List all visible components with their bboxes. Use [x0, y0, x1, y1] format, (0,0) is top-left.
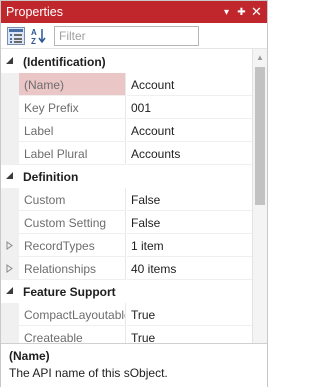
category-label: Feature Support — [23, 285, 116, 299]
property-row[interactable]: RecordTypes 1 item — [1, 234, 252, 257]
property-row[interactable]: (Name) Account — [1, 73, 252, 96]
categorized-view-icon[interactable] — [7, 27, 25, 45]
vertical-scrollbar[interactable]: ▲ ▼ — [252, 49, 267, 367]
pin-icon[interactable]: ✚ — [234, 1, 249, 23]
row-gutter — [1, 303, 19, 326]
property-value[interactable]: Account — [127, 119, 252, 142]
property-grid: (Identification) (Name) Account Key Prefix 0… — [1, 49, 252, 367]
property-name[interactable]: CompactLayoutable — [19, 303, 126, 326]
row-gutter — [1, 142, 19, 165]
property-value[interactable]: Accounts — [127, 142, 252, 165]
property-name[interactable]: Custom Setting — [19, 211, 126, 234]
property-value[interactable]: False — [127, 211, 252, 234]
filter-input[interactable] — [54, 26, 199, 46]
property-value[interactable]: False — [127, 188, 252, 211]
property-row[interactable]: Label Plural Accounts — [1, 142, 252, 165]
scrollbar-thumb[interactable] — [255, 67, 265, 205]
close-icon[interactable]: ✕ — [249, 1, 264, 23]
collapse-triangle-icon[interactable] — [5, 171, 14, 180]
collapse-triangle-icon[interactable] — [5, 56, 14, 65]
property-name[interactable]: Relationships — [19, 257, 126, 280]
expand-triangle-icon[interactable] — [6, 241, 13, 250]
category-row[interactable]: (Identification) — [1, 50, 252, 73]
svg-text:Z: Z — [31, 37, 36, 45]
alphabetical-sort-icon[interactable]: A Z — [30, 27, 48, 45]
expand-triangle-icon[interactable] — [6, 264, 13, 273]
row-gutter — [1, 119, 19, 142]
row-gutter — [1, 96, 19, 119]
panel-title: Properties — [6, 5, 63, 19]
category-label: (Identification) — [23, 55, 106, 69]
property-value[interactable]: 1 item — [127, 234, 252, 257]
properties-toolbar: A Z — [1, 23, 267, 49]
property-name[interactable]: Key Prefix — [19, 96, 126, 119]
collapse-triangle-icon[interactable] — [5, 286, 14, 295]
row-gutter — [1, 211, 19, 234]
property-row[interactable]: Custom False — [1, 188, 252, 211]
category-row[interactable]: Feature Support — [1, 280, 252, 303]
properties-window: Properties ▾ ✚ ✕ A Z (Identification) (Na… — [0, 0, 268, 387]
property-name[interactable]: Label — [19, 119, 126, 142]
description-text: The API name of this sObject. — [9, 366, 168, 380]
window-position-icon[interactable]: ▾ — [219, 1, 234, 23]
property-value[interactable]: 40 items — [127, 257, 252, 280]
property-row[interactable]: CompactLayoutable True — [1, 303, 252, 326]
property-row[interactable]: Key Prefix 001 — [1, 96, 252, 119]
description-title: (Name) — [9, 349, 50, 363]
property-value[interactable]: 001 — [127, 96, 252, 119]
property-row[interactable]: Custom Setting False — [1, 211, 252, 234]
property-value[interactable]: True — [127, 303, 252, 326]
svg-text:A: A — [31, 28, 37, 37]
properties-titlebar: Properties ▾ ✚ ✕ — [1, 1, 267, 23]
property-name[interactable]: (Name) — [19, 73, 126, 96]
category-label: Definition — [23, 170, 79, 184]
property-name[interactable]: Custom — [19, 188, 126, 211]
property-name[interactable]: RecordTypes — [19, 234, 126, 257]
property-row[interactable]: Label Account — [1, 119, 252, 142]
property-grid-rows: (Identification) (Name) Account Key Prefix 0… — [1, 50, 252, 349]
category-row[interactable]: Definition — [1, 165, 252, 188]
property-value[interactable]: Account — [127, 73, 252, 96]
row-gutter — [1, 188, 19, 211]
scroll-up-arrow-icon[interactable]: ▲ — [253, 49, 267, 65]
property-row[interactable]: Relationships 40 items — [1, 257, 252, 280]
row-gutter — [1, 73, 19, 96]
property-name[interactable]: Label Plural — [19, 142, 126, 165]
